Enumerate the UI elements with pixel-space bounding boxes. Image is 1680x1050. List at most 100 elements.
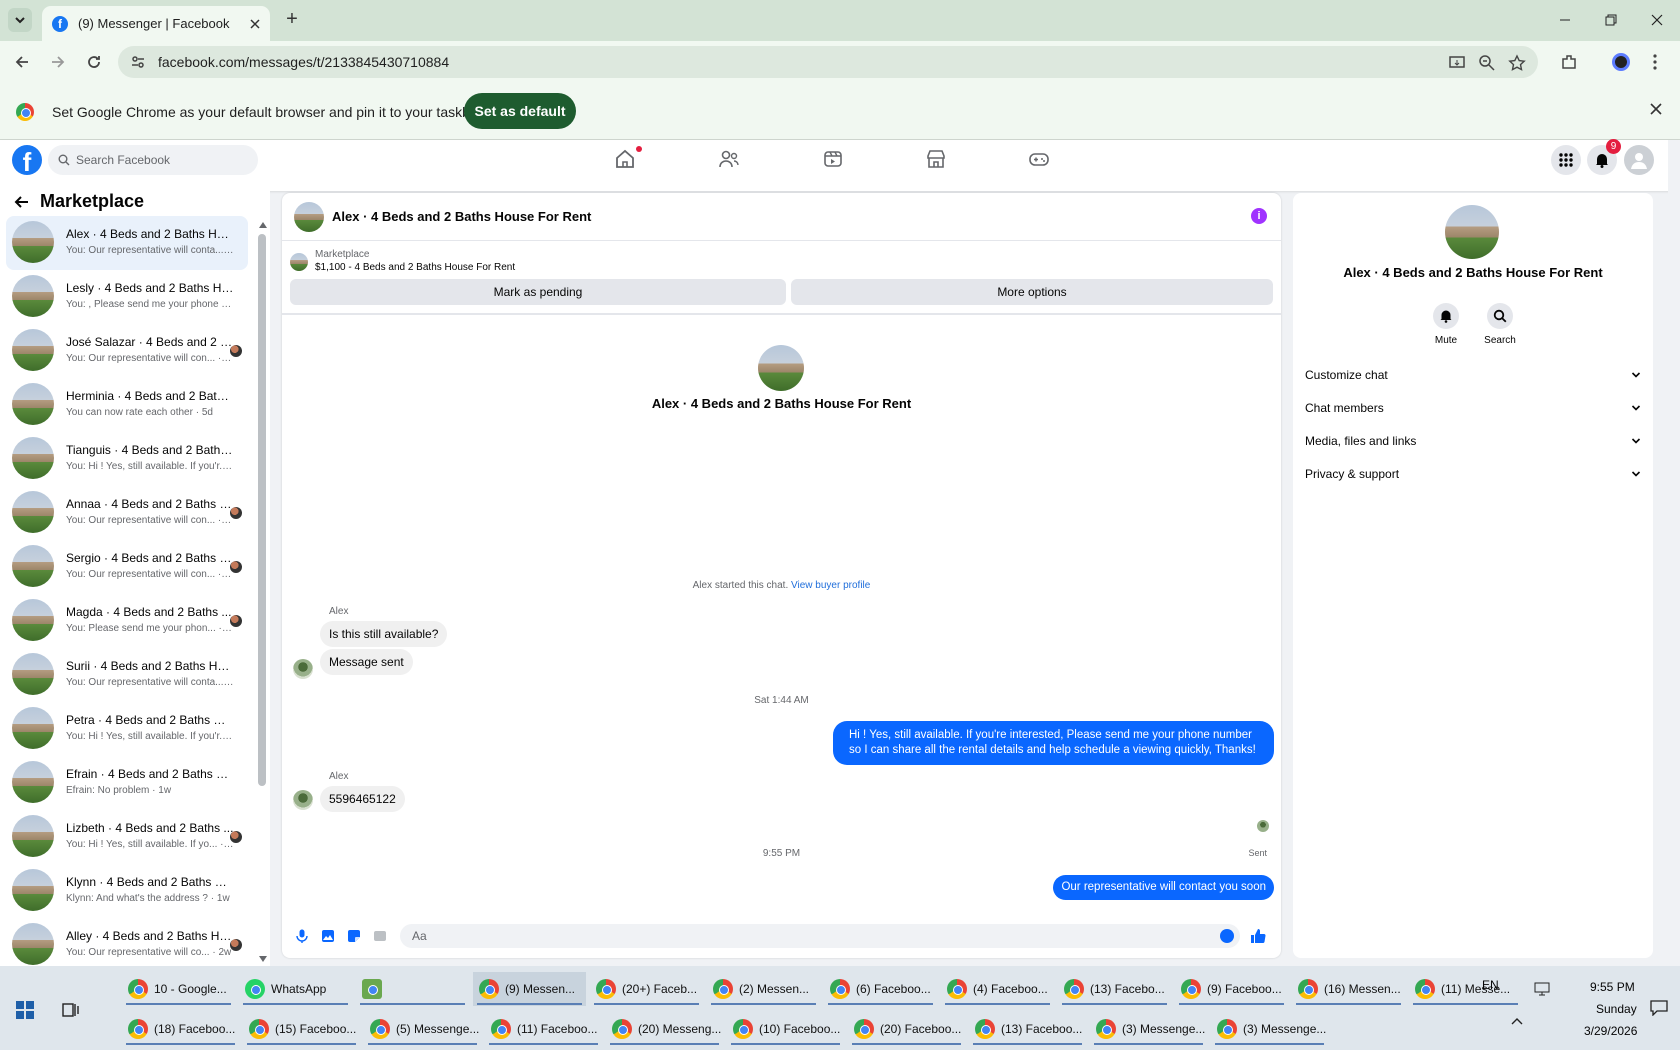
taskbar-app[interactable]: (11) Faceboo... xyxy=(485,1012,602,1046)
address-bar[interactable]: facebook.com/messages/t/2133845430710884 xyxy=(118,46,1538,78)
conversation-item[interactable]: Surii · 4 Beds and 2 Baths Hous... You: O… xyxy=(6,648,248,702)
conversation-item[interactable]: Lesly · 4 Beds and 2 Baths Hous... You: ,… xyxy=(6,270,248,324)
nav-gaming[interactable] xyxy=(1028,148,1052,172)
customize-chat-row[interactable]: Customize chat xyxy=(1305,360,1641,390)
notifications-button[interactable]: 9 xyxy=(1587,139,1621,175)
set-default-button[interactable]: Set as default xyxy=(464,93,576,129)
taskbar-app[interactable]: (3) Messenge... xyxy=(1211,1012,1328,1046)
scroll-down-arrow[interactable] xyxy=(259,956,267,962)
clock-time[interactable]: 9:55 PM xyxy=(1590,980,1635,994)
chevron-up-icon[interactable] xyxy=(1510,1016,1524,1026)
browser-tab[interactable]: f (9) Messenger | Facebook xyxy=(42,6,270,41)
language-indicator[interactable]: EN xyxy=(1482,978,1499,992)
extensions-icon[interactable] xyxy=(1560,53,1578,71)
nav-video[interactable] xyxy=(822,148,846,172)
info-icon[interactable]: i xyxy=(1251,208,1267,224)
conversation-item[interactable]: Herminia · 4 Beds and 2 Baths ... You can… xyxy=(6,378,248,432)
taskbar-app[interactable]: (20+) Faceb... xyxy=(590,972,703,1006)
close-tab-icon[interactable] xyxy=(250,18,260,29)
menu-button[interactable] xyxy=(1551,145,1581,175)
conversation-item[interactable]: Sergio · 4 Beds and 2 Baths H... You: Our… xyxy=(6,540,248,594)
taskbar-app[interactable]: (20) Faceboo... xyxy=(848,1012,965,1046)
taskbar-app[interactable]: (16) Messen... xyxy=(1292,972,1405,1006)
taskbar-app[interactable]: (20) Messeng... xyxy=(606,1012,723,1046)
search-input[interactable]: Search Facebook xyxy=(48,145,258,175)
conversation-item[interactable]: Efrain · 4 Beds and 2 Baths Hou... Efrain… xyxy=(6,756,248,810)
forward-button[interactable] xyxy=(46,50,70,74)
minimize-button[interactable] xyxy=(1550,8,1580,32)
bookmark-star-icon[interactable] xyxy=(1508,54,1526,72)
incoming-message[interactable]: Is this still available? xyxy=(320,621,448,647)
back-arrow-icon[interactable] xyxy=(14,194,30,210)
message-input[interactable]: Aa xyxy=(400,924,1240,948)
profile-avatar[interactable] xyxy=(1612,53,1630,71)
nav-marketplace[interactable] xyxy=(925,148,949,172)
account-avatar[interactable] xyxy=(1624,145,1654,175)
conversation-item[interactable]: Magda · 4 Beds and 2 Baths ... You: Pleas… xyxy=(6,594,248,648)
incoming-message[interactable]: 5596465122 xyxy=(320,786,405,812)
conversation-item[interactable]: José Salazar · 4 Beds and 2 B... You: Our… xyxy=(6,324,248,378)
task-view-icon[interactable] xyxy=(62,1001,80,1019)
sidebar-scrollbar[interactable] xyxy=(258,234,266,786)
tab-search-button[interactable] xyxy=(8,8,32,32)
taskbar-app[interactable] xyxy=(356,972,469,1006)
taskbar-app[interactable]: (10) Faceboo... xyxy=(727,1012,844,1046)
back-button[interactable] xyxy=(10,50,34,74)
gif-button[interactable] xyxy=(370,926,390,946)
page-scrollbar[interactable] xyxy=(1668,140,1680,966)
new-tab-button[interactable]: + xyxy=(280,9,304,30)
facebook-logo[interactable]: f xyxy=(12,145,42,175)
install-app-icon[interactable] xyxy=(1448,54,1466,72)
taskbar-app[interactable]: (5) Messenge... xyxy=(364,1012,481,1046)
site-settings-icon[interactable] xyxy=(130,54,146,70)
conversation-item[interactable]: Klynn · 4 Beds and 2 Baths Hou... Klynn: … xyxy=(6,864,248,918)
taskbar-app[interactable]: (2) Messen... xyxy=(707,972,820,1006)
chat-members-row[interactable]: Chat members xyxy=(1305,393,1641,423)
mark-pending-button[interactable]: Mark as pending xyxy=(290,279,786,305)
conversation-item[interactable]: Annaa · 4 Beds and 2 Baths H... You: Our … xyxy=(6,486,248,540)
taskbar-app[interactable]: 10 - Google... xyxy=(122,972,235,1006)
outgoing-message[interactable]: Hi ! Yes, still available. If you're int… xyxy=(833,721,1274,765)
emoji-icon[interactable] xyxy=(1220,929,1234,943)
taskbar-app[interactable]: (13) Faceboo... xyxy=(969,1012,1086,1046)
windows-start-icon[interactable] xyxy=(16,1001,34,1019)
search-action[interactable]: Search xyxy=(1475,303,1525,346)
taskbar-app[interactable]: (9) Faceboo... xyxy=(1175,972,1288,1006)
close-infobar-icon[interactable] xyxy=(1650,103,1662,115)
chat-avatar[interactable] xyxy=(294,201,324,232)
reload-button[interactable] xyxy=(82,50,106,74)
conversation-item[interactable]: Petra · 4 Beds and 2 Baths Hous... You: H… xyxy=(6,702,248,756)
nav-home[interactable] xyxy=(614,146,642,172)
view-buyer-profile-link[interactable]: View buyer profile xyxy=(791,580,870,591)
taskbar-app[interactable]: (15) Faceboo... xyxy=(243,1012,360,1046)
outgoing-message[interactable]: Our representative will contact you soon xyxy=(1053,875,1274,900)
taskbar-app[interactable]: (3) Messenge... xyxy=(1090,1012,1207,1046)
more-menu-icon[interactable] xyxy=(1652,53,1658,71)
privacy-support-row[interactable]: Privacy & support xyxy=(1305,459,1641,489)
thumbs-up-icon[interactable] xyxy=(1250,928,1266,944)
conversation-item[interactable]: Lizbeth · 4 Beds and 2 Baths ... You: Hi … xyxy=(6,810,248,864)
voice-clip-button[interactable] xyxy=(292,926,312,946)
taskbar-app[interactable]: WhatsApp xyxy=(239,972,352,1006)
taskbar-app[interactable]: (9) Messen... xyxy=(473,972,586,1006)
chat-title[interactable]: Alex · 4 Beds and 2 Baths House For Rent xyxy=(332,209,591,224)
listing-banner[interactable]: Marketplace $1,100 - 4 Beds and 2 Baths … xyxy=(290,249,515,273)
taskbar-app[interactable]: (6) Faceboo... xyxy=(824,972,937,1006)
conversation-item[interactable]: Tianguis · 4 Beds and 2 Baths H... You: H… xyxy=(6,432,248,486)
taskbar-app[interactable]: (13) Facebo... xyxy=(1058,972,1171,1006)
scroll-up-arrow[interactable] xyxy=(259,222,267,228)
zoom-icon[interactable] xyxy=(1478,54,1496,72)
attach-photo-button[interactable] xyxy=(318,926,338,946)
network-icon[interactable] xyxy=(1534,982,1550,996)
mute-action[interactable]: Mute xyxy=(1421,303,1471,346)
taskbar-app[interactable]: (4) Faceboo... xyxy=(941,972,1054,1006)
nav-friends[interactable] xyxy=(718,148,742,172)
sticker-button[interactable] xyxy=(344,926,364,946)
taskbar-app[interactable]: (18) Faceboo... xyxy=(122,1012,239,1046)
media-files-row[interactable]: Media, files and links xyxy=(1305,426,1641,456)
conversation-item[interactable]: Alex · 4 Beds and 2 Baths Hous... You: Ou… xyxy=(6,216,248,270)
more-options-button[interactable]: More options xyxy=(791,279,1273,305)
incoming-message[interactable]: Message sent xyxy=(320,649,413,675)
close-window-button[interactable] xyxy=(1642,8,1672,32)
conversation-item[interactable]: Alley · 4 Beds and 2 Baths Ho... You: Our… xyxy=(6,918,248,972)
